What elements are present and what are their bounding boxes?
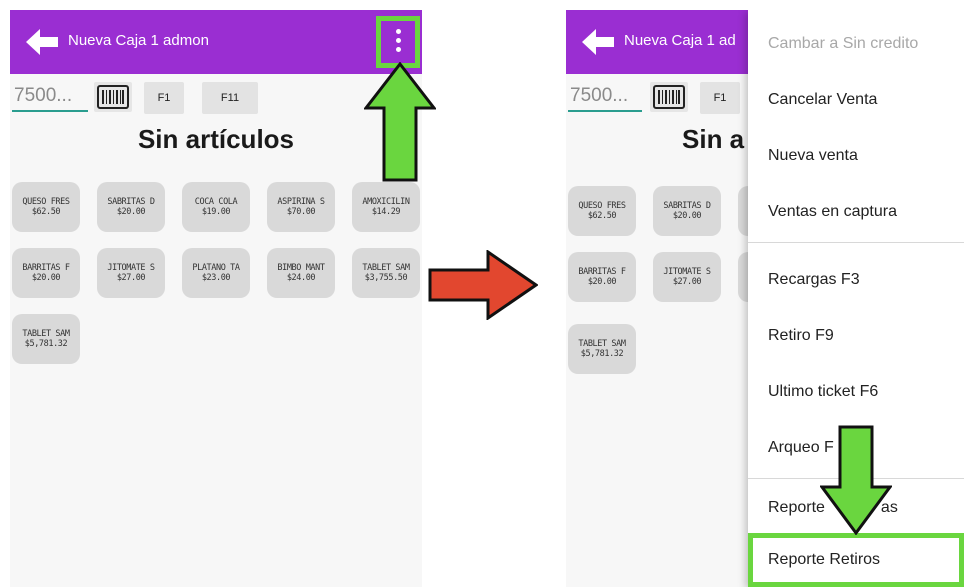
product-name: TABLET SAM <box>22 329 70 339</box>
product-price: $20.00 <box>672 211 702 221</box>
product-name: JITOMATE S <box>107 263 155 273</box>
menu-item-label: Reporte <box>768 499 825 516</box>
product-price: $5,781.32 <box>24 339 68 349</box>
menu-item-recargas[interactable]: Recargas F3 <box>748 252 964 308</box>
menu-item-ultimo-ticket[interactable]: Ultimo ticket F6 <box>748 364 964 420</box>
barcode-icon <box>653 85 685 109</box>
product-tile[interactable]: TABLET SAM $5,781.32 <box>568 324 636 374</box>
input-toolbar: F1 F11 <box>10 76 422 118</box>
menu-item-cambiar-sin-credito: Cambar a Sin credito <box>768 35 919 52</box>
menu-item-reporte-retiros[interactable]: Reporte Retiros <box>748 533 964 587</box>
product-tile[interactable]: PLATANO TA $23.00 <box>182 248 250 298</box>
app-bar: Nueva Caja 1 admon <box>10 10 422 74</box>
app-bar-title: Nueva Caja 1 admon <box>68 32 209 49</box>
product-tile[interactable]: ASPIRINA S $70.00 <box>267 182 335 232</box>
product-tile[interactable]: SABRITAS D $20.00 <box>653 186 721 236</box>
product-name: SABRITAS D <box>663 201 711 211</box>
f11-button[interactable]: F11 <box>202 82 258 114</box>
product-price: $27.00 <box>116 273 146 283</box>
menu-divider <box>748 242 964 243</box>
product-tile[interactable]: TABLET SAM $5,781.32 <box>12 314 80 364</box>
app-bar-title: Nueva Caja 1 ad <box>624 32 736 49</box>
product-price: $62.50 <box>587 211 617 221</box>
product-price: $14.29 <box>371 207 401 217</box>
back-arrow-icon[interactable] <box>582 27 614 57</box>
product-name: PLATANO TA <box>192 263 240 273</box>
product-name: AMOXICILIN <box>362 197 410 207</box>
right-screen: Nueva Caja 1 ad F1 Sin a QUESO FRES$62.5… <box>566 10 964 587</box>
product-tile[interactable]: JITOMATE S $27.00 <box>653 252 721 302</box>
menu-item-retiro[interactable]: Retiro F9 <box>748 308 964 364</box>
product-name: TABLET SAM <box>362 263 410 273</box>
product-tile[interactable]: SABRITAS D $20.00 <box>97 182 165 232</box>
empty-cart-title: Sin artículos <box>137 124 295 154</box>
barcode-scan-button[interactable] <box>94 82 132 112</box>
green-up-arrow-icon <box>364 62 436 182</box>
green-down-arrow-icon <box>820 425 892 535</box>
product-price: $20.00 <box>116 207 146 217</box>
product-price: $70.00 <box>286 207 316 217</box>
product-price: $5,781.32 <box>580 349 624 359</box>
product-price: $3,755.50 <box>364 273 408 283</box>
left-screen: Nueva Caja 1 admon F1 F11 Sin artículos … <box>10 10 422 587</box>
back-arrow-icon[interactable] <box>26 27 58 57</box>
f1-button[interactable]: F1 <box>144 82 184 114</box>
barcode-input[interactable] <box>12 82 88 112</box>
product-tile[interactable]: QUESO FRES $62.50 <box>12 182 80 232</box>
product-name: TABLET SAM <box>578 339 626 349</box>
barcode-input[interactable] <box>568 82 642 112</box>
product-price: $23.00 <box>201 273 231 283</box>
product-name: BARRITAS F <box>22 263 70 273</box>
product-tile[interactable]: BIMBO MANT $24.00 <box>267 248 335 298</box>
product-tile[interactable]: JITOMATE S $27.00 <box>97 248 165 298</box>
product-price: $27.00 <box>672 277 702 287</box>
menu-item-cancelar-venta[interactable]: Cancelar Venta <box>748 72 964 128</box>
f1-button[interactable]: F1 <box>700 82 740 114</box>
empty-cart-title: Sin a <box>682 124 745 154</box>
product-tile[interactable]: COCA COLA $19.00 <box>182 182 250 232</box>
product-name: ASPIRINA S <box>277 197 325 207</box>
product-name: QUESO FRES <box>22 197 70 207</box>
barcode-icon <box>97 85 129 109</box>
barcode-scan-button[interactable] <box>650 82 688 112</box>
menu-item-nueva-venta[interactable]: Nueva venta <box>748 128 964 184</box>
product-tile[interactable]: TABLET SAM $3,755.50 <box>352 248 420 298</box>
product-tile[interactable]: BARRITAS F $20.00 <box>12 248 80 298</box>
product-tile[interactable]: AMOXICILIN $14.29 <box>352 182 420 232</box>
product-tile[interactable]: QUESO FRES $62.50 <box>568 186 636 236</box>
red-right-arrow-icon <box>428 250 538 320</box>
product-name: JITOMATE S <box>663 267 711 277</box>
product-price: $20.00 <box>587 277 617 287</box>
product-name: QUESO FRES <box>578 201 626 211</box>
overflow-menu-icon[interactable] <box>376 16 420 68</box>
product-price: $19.00 <box>201 207 231 217</box>
product-name: BIMBO MANT <box>277 263 325 273</box>
product-price: $62.50 <box>31 207 61 217</box>
product-name: SABRITAS D <box>107 197 155 207</box>
product-price: $20.00 <box>31 273 61 283</box>
product-price: $24.00 <box>286 273 316 283</box>
product-name: BARRITAS F <box>578 267 626 277</box>
menu-item-ventas-en-captura[interactable]: Ventas en captura <box>748 184 964 240</box>
product-name: COCA COLA <box>194 197 238 207</box>
product-tile[interactable]: BARRITAS F $20.00 <box>568 252 636 302</box>
